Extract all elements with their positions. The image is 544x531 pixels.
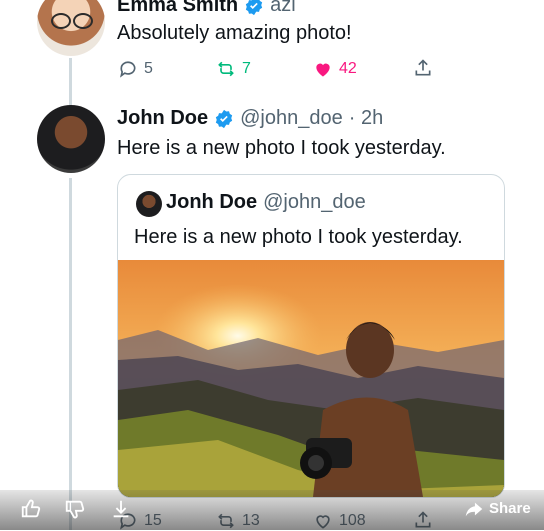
quote-text: Here is a new photo I took yesterday. bbox=[134, 226, 463, 248]
thread-line-bottom bbox=[69, 178, 72, 530]
tweet1-name[interactable]: Emma Smith bbox=[117, 0, 238, 17]
tweet1-reply-count: 5 bbox=[144, 60, 153, 77]
quote-name: Jonh Doe bbox=[166, 191, 258, 213]
sunset-photographer-photo[interactable] bbox=[118, 260, 504, 497]
thumbs-down-icon[interactable] bbox=[64, 498, 86, 520]
thumbs-up-icon[interactable] bbox=[20, 498, 42, 520]
quote-card[interactable]: Jonh Doe @john_doe Here is a new photo I… bbox=[117, 174, 505, 498]
tweet2-name[interactable]: John Doe bbox=[117, 107, 208, 130]
quote-avatar bbox=[136, 191, 162, 217]
tweet1-reply-button[interactable]: 5 bbox=[118, 59, 153, 79]
verified-badge-icon bbox=[215, 109, 233, 128]
share-arrow-icon[interactable] bbox=[463, 498, 485, 520]
glasses-icon bbox=[51, 13, 93, 29]
tweet1-share-button[interactable] bbox=[413, 58, 433, 78]
tweet1-retweet-count: 7 bbox=[242, 60, 251, 77]
tweet1-retweet-button[interactable]: 7 bbox=[216, 59, 251, 79]
avatar-emma[interactable] bbox=[37, 0, 105, 56]
quote-handle: @john_doe bbox=[263, 191, 366, 213]
tweet1-text: Absolutely amazing photo! bbox=[117, 22, 352, 44]
thread-line-top bbox=[69, 58, 72, 110]
download-icon[interactable] bbox=[110, 498, 132, 520]
tweet1-like-button[interactable]: 42 bbox=[313, 59, 357, 79]
reply-icon bbox=[120, 61, 136, 78]
share-label[interactable]: Share bbox=[489, 500, 531, 517]
tweet2-time[interactable]: · 2h bbox=[349, 107, 383, 130]
avatar-john[interactable] bbox=[37, 105, 105, 173]
tweet1-handle[interactable]: azi bbox=[270, 0, 296, 17]
verified-badge-icon bbox=[245, 0, 263, 15]
tweet1-like-count: 42 bbox=[339, 60, 357, 77]
tweet2-header: John Doe @john_doe · 2h bbox=[117, 107, 383, 130]
share-icon bbox=[415, 59, 431, 76]
retweet-icon bbox=[218, 61, 234, 77]
tweet2-text: Here is a new photo I took yesterday. bbox=[117, 137, 446, 159]
tweet2-handle[interactable]: @john_doe bbox=[240, 107, 343, 130]
tweet1-header: Emma Smith azi bbox=[117, 0, 296, 17]
quote-header: Jonh Doe @john_doe bbox=[166, 191, 366, 214]
heart-icon bbox=[316, 63, 330, 77]
